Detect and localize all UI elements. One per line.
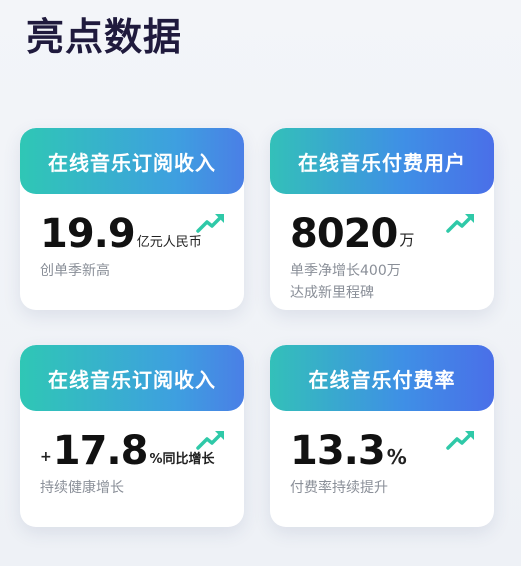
page-title: 亮点数据	[26, 15, 183, 59]
trend-up-arrow-icon	[446, 431, 474, 450]
stat-description: 创单季新高	[40, 263, 110, 279]
card-header: 在线音乐付费率	[270, 345, 494, 411]
stat-value: 19.9	[40, 211, 136, 257]
stat-card-paying-users: 在线音乐付费用户 8020 万 单季净增长400万 达成新里程碑	[270, 128, 494, 310]
stat-description: 持续健康增长	[40, 480, 124, 496]
stat-description-line: 单季净增长400万	[290, 263, 401, 279]
stat-description-line: 达成新里程碑	[290, 285, 374, 301]
stat-value: 17.8	[52, 428, 149, 474]
stat-value: 8020	[290, 211, 398, 257]
card-header: 在线音乐付费用户	[270, 128, 494, 194]
stat-card-subscription-revenue: 在线音乐订阅收入 19.9 亿元人民币 创单季新高	[20, 128, 244, 310]
card-header: 在线音乐订阅收入	[20, 345, 244, 411]
trend-up-arrow-icon	[446, 214, 474, 233]
card-header: 在线音乐订阅收入	[20, 128, 244, 194]
stat-description: 付费率持续提升	[290, 480, 388, 496]
stat-prefix: +	[40, 449, 52, 465]
stat-value: 13.3	[290, 428, 386, 474]
trend-up-arrow-icon	[196, 431, 224, 450]
stat-description: 单季净增长400万 达成新里程碑	[290, 260, 474, 304]
stat-card-revenue-growth: 在线音乐订阅收入 + 17.8 %同比增长 持续健康增长	[20, 345, 244, 527]
stat-unit: %	[386, 445, 407, 469]
stat-card-paying-rate: 在线音乐付费率 13.3 % 付费率持续提升	[270, 345, 494, 527]
stat-unit: 亿元人民币	[136, 235, 202, 250]
trend-up-arrow-icon	[196, 214, 224, 233]
stat-unit: 万	[399, 231, 415, 249]
